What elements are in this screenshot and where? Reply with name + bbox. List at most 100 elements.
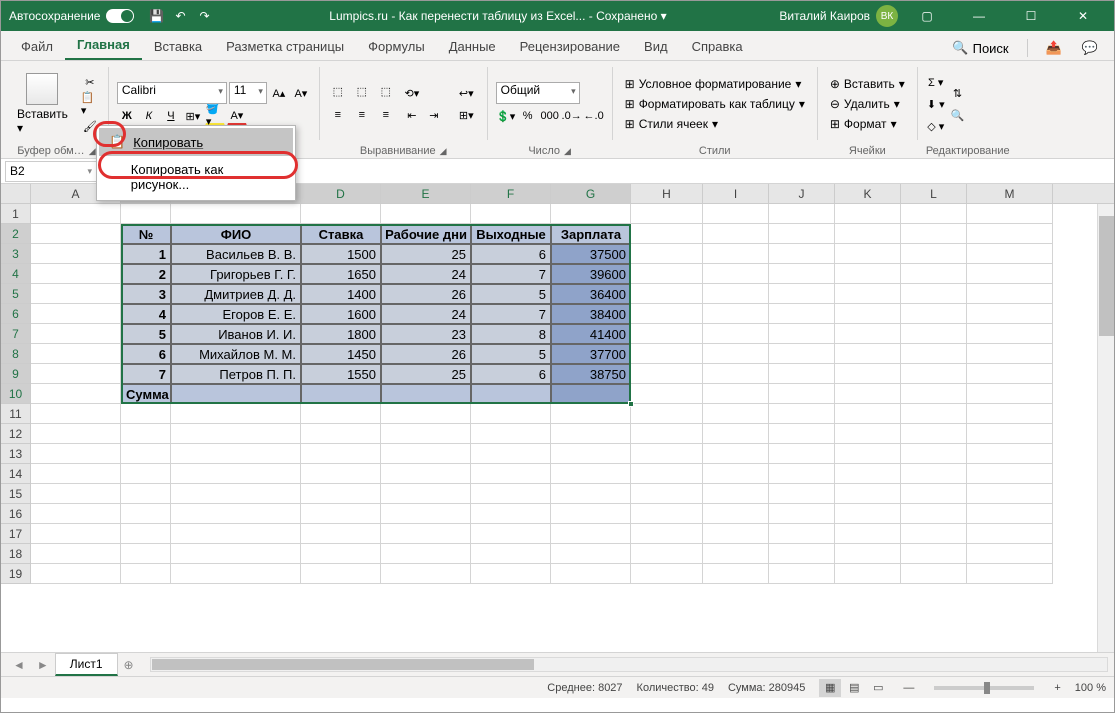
autosum-icon[interactable]: Σ ▾ xyxy=(926,72,946,92)
tab-help[interactable]: Справка xyxy=(680,33,755,60)
row-header[interactable]: 6 xyxy=(1,304,31,324)
currency-icon[interactable]: 💲▾ xyxy=(496,106,516,126)
font-color-icon[interactable]: A▾ xyxy=(227,106,247,126)
cell[interactable] xyxy=(381,384,471,404)
cell[interactable] xyxy=(835,384,901,404)
cell[interactable] xyxy=(769,204,835,224)
cell[interactable]: 2 xyxy=(121,264,171,284)
cell[interactable] xyxy=(301,464,381,484)
cell[interactable] xyxy=(769,284,835,304)
row-header[interactable]: 3 xyxy=(1,244,31,264)
orientation-icon[interactable]: ⟲▾ xyxy=(402,83,422,103)
cell[interactable] xyxy=(631,404,703,424)
view-page-break-icon[interactable]: ▭ xyxy=(867,679,889,697)
row-header[interactable]: 11 xyxy=(1,404,31,424)
cell[interactable]: 1650 xyxy=(301,264,381,284)
cell[interactable] xyxy=(901,384,967,404)
cell[interactable]: Рабочие дни xyxy=(381,224,471,244)
cell[interactable] xyxy=(703,264,769,284)
cell[interactable] xyxy=(703,384,769,404)
cell[interactable] xyxy=(551,204,631,224)
cell[interactable] xyxy=(967,504,1053,524)
cell[interactable] xyxy=(835,244,901,264)
cell[interactable] xyxy=(301,444,381,464)
fill-icon[interactable]: ⬇ ▾ xyxy=(926,94,946,114)
cell[interactable] xyxy=(121,404,171,424)
cell[interactable] xyxy=(381,564,471,584)
font-name-combo[interactable]: Calibri xyxy=(117,82,227,104)
cell[interactable]: 5 xyxy=(471,344,551,364)
bold-icon[interactable]: Ж xyxy=(117,106,137,126)
cell[interactable] xyxy=(835,224,901,244)
font-size-combo[interactable]: 11 xyxy=(229,82,267,104)
select-all-corner[interactable] xyxy=(1,184,31,203)
cell[interactable] xyxy=(381,504,471,524)
search-button[interactable]: 🔍 Поиск xyxy=(944,36,1016,60)
row-header[interactable]: 14 xyxy=(1,464,31,484)
row-header[interactable]: 1 xyxy=(1,204,31,224)
cell[interactable] xyxy=(381,484,471,504)
cell[interactable] xyxy=(967,564,1053,584)
cell[interactable]: 7 xyxy=(471,264,551,284)
cell[interactable] xyxy=(967,424,1053,444)
cell[interactable] xyxy=(171,504,301,524)
cell[interactable] xyxy=(835,344,901,364)
cell[interactable] xyxy=(551,564,631,584)
cell[interactable]: 24 xyxy=(381,264,471,284)
cell[interactable] xyxy=(769,344,835,364)
cell[interactable] xyxy=(31,324,121,344)
cell[interactable] xyxy=(967,524,1053,544)
cell[interactable] xyxy=(967,384,1053,404)
cell[interactable]: 1500 xyxy=(301,244,381,264)
cell[interactable] xyxy=(301,484,381,504)
maximize-icon[interactable]: ☐ xyxy=(1008,1,1054,31)
cell[interactable] xyxy=(471,444,551,464)
cell[interactable] xyxy=(901,364,967,384)
cell[interactable]: ФИО xyxy=(171,224,301,244)
cell[interactable]: 39600 xyxy=(551,264,631,284)
cell[interactable]: 7 xyxy=(471,304,551,324)
cell[interactable] xyxy=(121,204,171,224)
cell[interactable] xyxy=(631,304,703,324)
cell[interactable] xyxy=(703,524,769,544)
row-header[interactable]: 7 xyxy=(1,324,31,344)
cell[interactable] xyxy=(31,364,121,384)
cell[interactable] xyxy=(703,244,769,264)
cell[interactable] xyxy=(631,324,703,344)
cell[interactable] xyxy=(769,244,835,264)
cell[interactable] xyxy=(901,264,967,284)
cell[interactable]: 7 xyxy=(121,364,171,384)
align-top-icon[interactable]: ⬚ xyxy=(328,81,348,101)
decrease-font-icon[interactable]: A▾ xyxy=(291,83,311,103)
cell[interactable] xyxy=(471,484,551,504)
cell[interactable] xyxy=(471,504,551,524)
percent-icon[interactable]: % xyxy=(518,106,538,126)
cell[interactable] xyxy=(551,504,631,524)
cell[interactable] xyxy=(121,544,171,564)
zoom-level[interactable]: 100 % xyxy=(1075,682,1106,694)
alignment-dialog-icon[interactable]: ◢ xyxy=(440,146,447,157)
cell[interactable] xyxy=(121,504,171,524)
cell[interactable] xyxy=(31,344,121,364)
column-header[interactable]: E xyxy=(381,184,471,203)
cell[interactable]: Выходные xyxy=(471,224,551,244)
cell[interactable] xyxy=(171,524,301,544)
save-icon[interactable]: 💾 xyxy=(146,6,166,26)
cell[interactable] xyxy=(967,244,1053,264)
cell[interactable] xyxy=(835,424,901,444)
cell[interactable] xyxy=(121,484,171,504)
cell[interactable] xyxy=(703,224,769,244)
number-dialog-icon[interactable]: ◢ xyxy=(564,146,571,157)
cell[interactable] xyxy=(835,404,901,424)
column-header[interactable]: I xyxy=(703,184,769,203)
cell[interactable] xyxy=(171,424,301,444)
cell[interactable]: 41400 xyxy=(551,324,631,344)
cell[interactable] xyxy=(835,324,901,344)
cell[interactable] xyxy=(835,204,901,224)
spreadsheet-grid[interactable]: ABCDEFGHIJKLM 12№ФИОСтавкаРабочие дниВых… xyxy=(1,184,1114,652)
cell[interactable] xyxy=(31,264,121,284)
cell[interactable]: 1800 xyxy=(301,324,381,344)
cell[interactable]: 1550 xyxy=(301,364,381,384)
cell[interactable] xyxy=(967,364,1053,384)
cell[interactable] xyxy=(835,524,901,544)
